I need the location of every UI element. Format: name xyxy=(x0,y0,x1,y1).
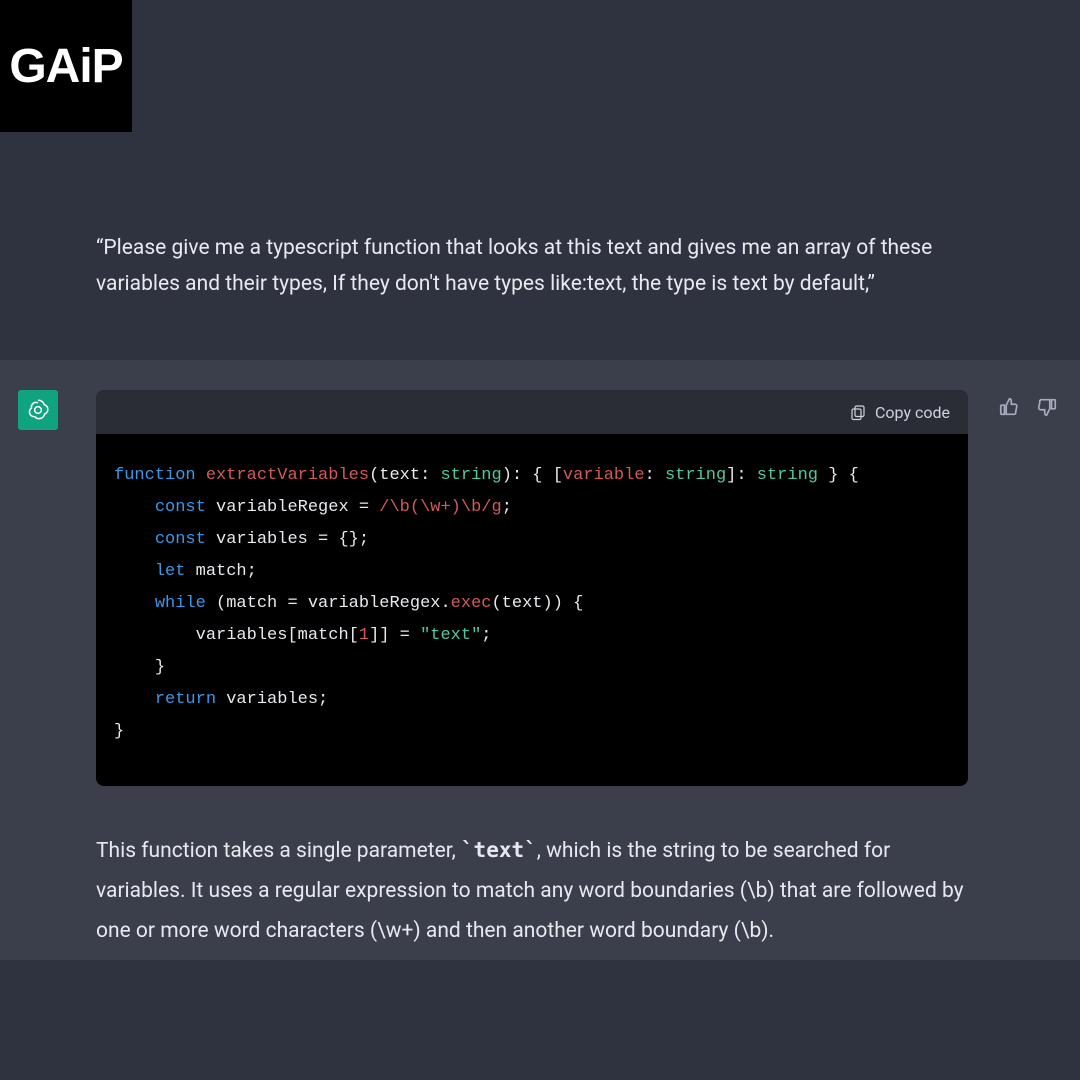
brand-logo: GAiP xyxy=(0,0,132,132)
inline-code-text: `text` xyxy=(461,838,537,862)
feedback-buttons xyxy=(998,396,1058,422)
thumbs-down-icon xyxy=(1036,396,1058,418)
openai-logo-icon xyxy=(25,397,51,423)
code-block: Copy code function extractVariables(text… xyxy=(96,390,968,786)
copy-code-button[interactable]: Copy code xyxy=(849,403,950,422)
brand-logo-text: GAiP xyxy=(9,39,122,94)
explain-pre: This function takes a single parameter, xyxy=(96,839,461,863)
assistant-avatar xyxy=(18,390,58,430)
copy-code-label: Copy code xyxy=(875,403,950,422)
assistant-explanation: This function takes a single parameter, … xyxy=(96,830,968,951)
bottom-spacer xyxy=(0,960,1080,1080)
assistant-message: Copy code function extractVariables(text… xyxy=(0,360,1080,960)
code-content: function extractVariables(text: string):… xyxy=(96,434,968,786)
thumbs-up-icon xyxy=(998,396,1020,418)
code-block-header: Copy code xyxy=(96,390,968,434)
thumbs-down-button[interactable] xyxy=(1036,396,1058,422)
clipboard-icon xyxy=(849,403,867,421)
thumbs-up-button[interactable] xyxy=(998,396,1020,422)
user-message: “Please give me a typescript function th… xyxy=(0,230,1080,360)
user-message-text: “Please give me a typescript function th… xyxy=(96,230,984,302)
